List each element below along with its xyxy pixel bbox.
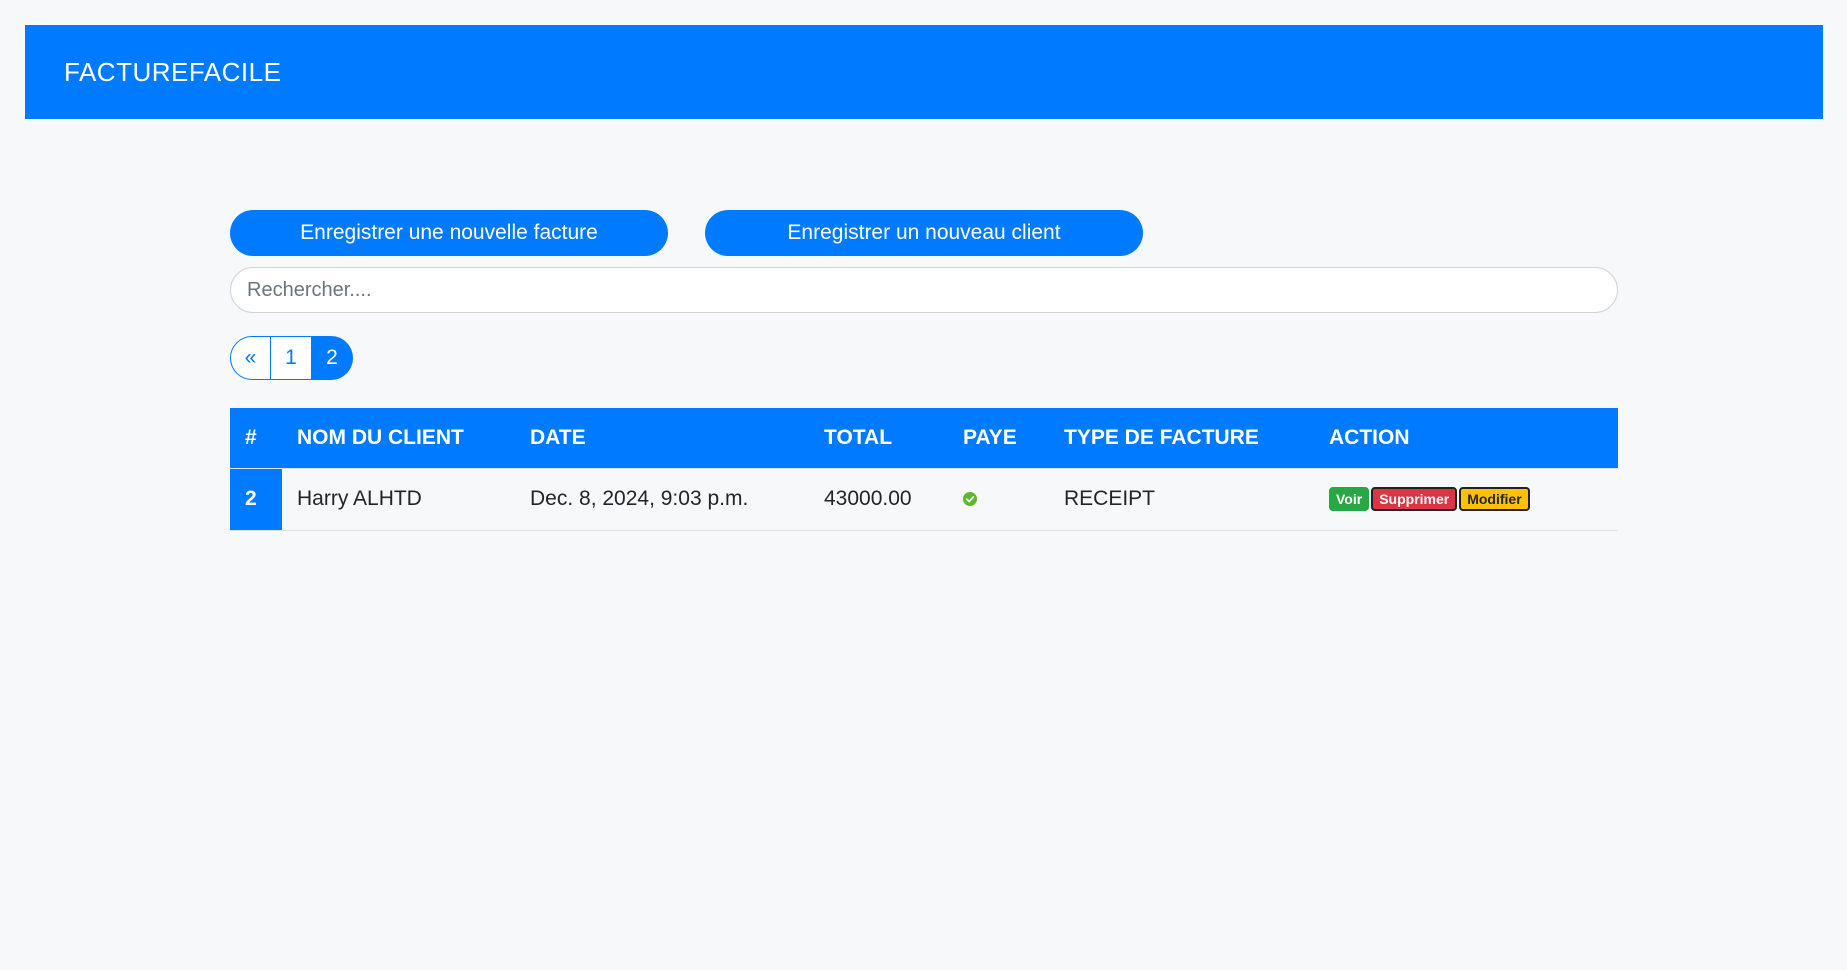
pagination-page-2[interactable]: 2	[312, 336, 353, 380]
column-header-client: NOM DU CLIENT	[282, 408, 515, 468]
table-header-row: # NOM DU CLIENT DATE TOTAL PAYE TYPE DE …	[230, 408, 1618, 468]
row-number: 2	[230, 467, 282, 531]
column-header-type: TYPE DE FACTURE	[1049, 408, 1314, 468]
column-header-total: TOTAL	[809, 408, 948, 468]
new-client-button[interactable]: Enregistrer un nouveau client	[705, 210, 1143, 256]
pagination: « 1 2	[230, 336, 353, 380]
invoices-table: # NOM DU CLIENT DATE TOTAL PAYE TYPE DE …	[230, 408, 1618, 531]
column-header-paid: PAYE	[948, 408, 1049, 468]
client-name: Harry ALHTD	[282, 467, 515, 531]
column-header-number: #	[230, 408, 282, 468]
paid-cell	[948, 467, 1049, 531]
search-input[interactable]	[230, 267, 1618, 313]
edit-button[interactable]: Modifier	[1459, 487, 1530, 512]
pagination-previous[interactable]: «	[230, 336, 271, 380]
brand-logo[interactable]: FACTUREFACILE	[64, 25, 281, 119]
new-invoice-button[interactable]: Enregistrer une nouvelle facture	[230, 210, 668, 256]
column-header-date: DATE	[515, 408, 809, 468]
view-button[interactable]: Voir	[1329, 487, 1370, 512]
delete-button[interactable]: Supprimer	[1371, 487, 1458, 512]
table-row: 2 Harry ALHTD Dec. 8, 2024, 9:03 p.m. 43…	[230, 467, 1618, 531]
invoice-date: Dec. 8, 2024, 9:03 p.m.	[515, 467, 809, 531]
invoice-total: 43000.00	[809, 467, 948, 531]
action-cell: Voir Supprimer Modifier	[1314, 467, 1618, 531]
column-header-action: ACTION	[1314, 408, 1618, 468]
navbar: FACTUREFACILE	[25, 25, 1823, 119]
pagination-page-1[interactable]: 1	[271, 336, 312, 380]
invoice-type: RECEIPT	[1049, 467, 1314, 531]
check-circle-icon	[963, 492, 977, 507]
